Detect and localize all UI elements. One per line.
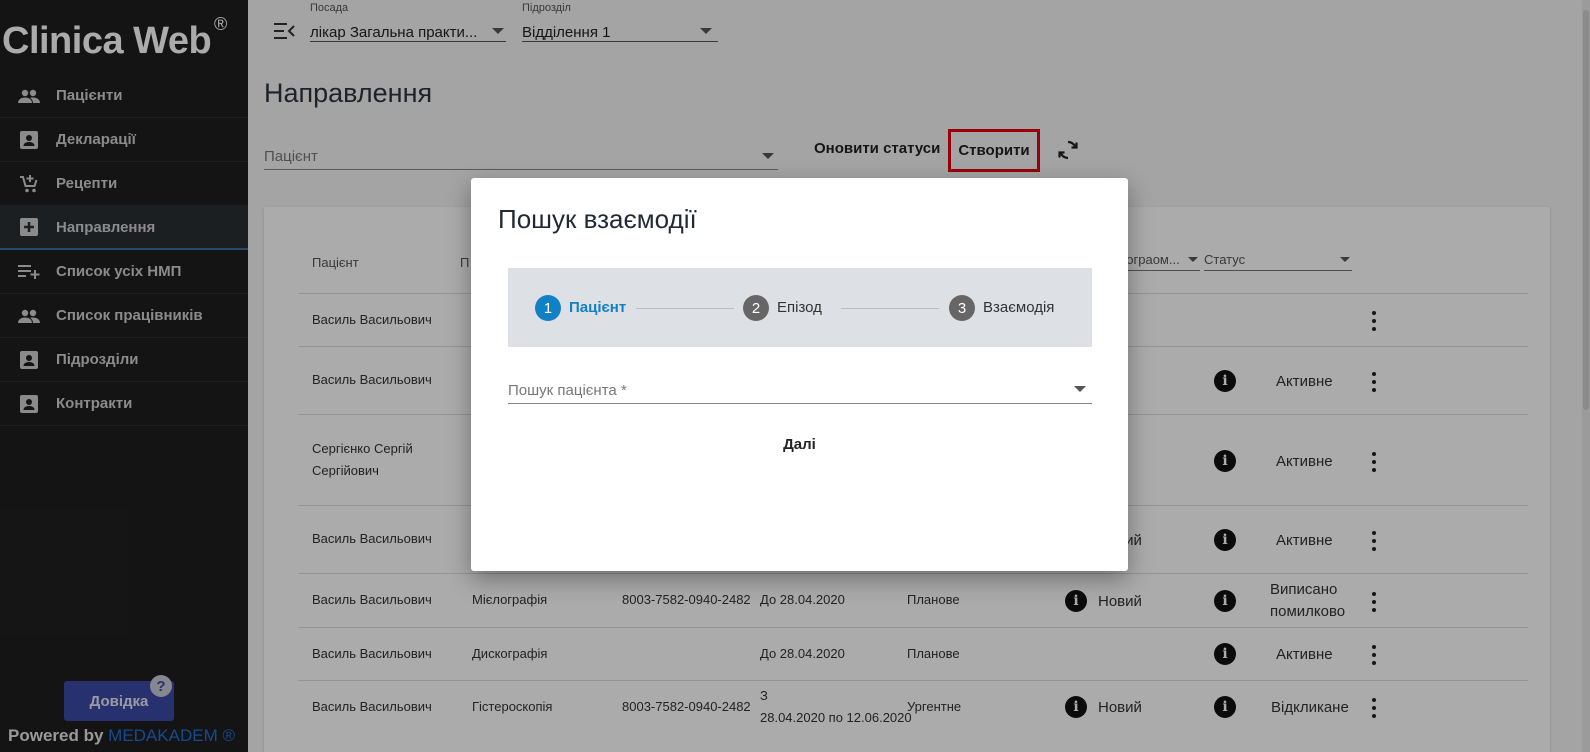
next-button[interactable]: Далі <box>471 436 1128 453</box>
chevron-down-icon <box>1074 386 1086 392</box>
step-2-circle: 2 <box>743 295 769 321</box>
step-3-circle: 3 <box>949 295 975 321</box>
step-1-circle: 1 <box>535 295 561 321</box>
scrollbar[interactable] <box>1582 0 1590 752</box>
step-1-label: Пацієнт <box>569 299 627 316</box>
dialog-title: Пошук взаємодії <box>498 204 697 234</box>
stepper: 1 Пацієнт 2 Епізод 3 Взаємодія <box>508 268 1092 347</box>
interaction-search-dialog: Пошук взаємодії 1 Пацієнт 2 Епізод 3 Вза… <box>471 178 1128 571</box>
step-3-label: Взаємодія <box>983 299 1055 316</box>
step-2-label: Епізод <box>777 299 822 316</box>
patient-search-input[interactable]: Пошук пацієнта * <box>508 374 1092 404</box>
step-connector <box>841 308 939 309</box>
patient-search-placeholder: Пошук пацієнта * <box>508 382 627 399</box>
scrollbar-thumb[interactable] <box>1583 10 1589 410</box>
step-connector <box>636 308 734 309</box>
